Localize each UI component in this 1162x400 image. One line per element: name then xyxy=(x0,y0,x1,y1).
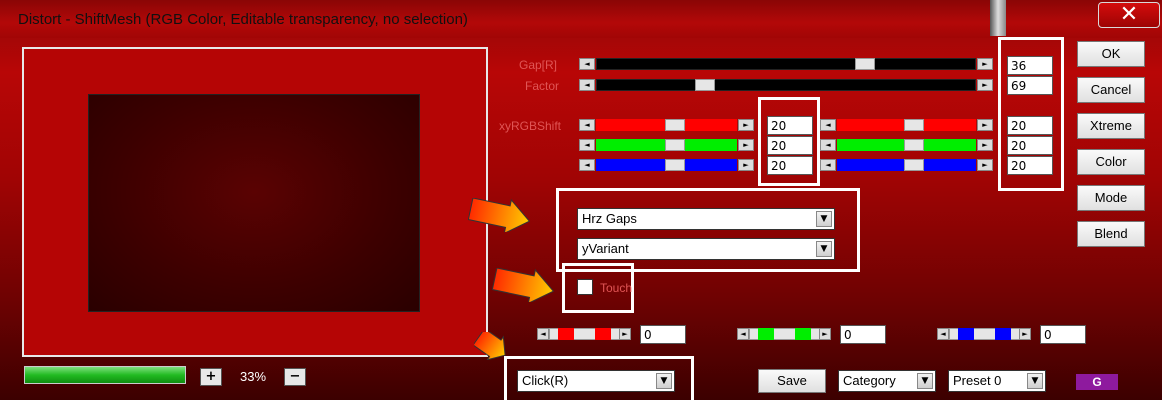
close-button[interactable]: ✕ xyxy=(1098,2,1160,28)
red-x-right-arrow-icon[interactable]: ► xyxy=(738,119,754,131)
blue-y-right-arrow-icon[interactable]: ► xyxy=(977,159,993,171)
mode-button[interactable]: Mode xyxy=(1077,185,1145,211)
small-blue-mark-b xyxy=(995,328,1011,340)
pointer-arrow-icon xyxy=(474,332,506,360)
mode1-dropdown[interactable]: Hrz Gaps ▼ xyxy=(577,208,835,230)
green-y-thumb[interactable] xyxy=(904,139,924,151)
touch-checkbox[interactable] xyxy=(577,279,593,295)
progress-bar xyxy=(24,366,186,384)
category-dropdown[interactable]: Category ▼ xyxy=(838,370,936,392)
gap-left-arrow-icon[interactable]: ◄ xyxy=(579,58,595,70)
blue-x-track-a[interactable] xyxy=(596,159,666,171)
chevron-down-icon: ▼ xyxy=(816,241,832,257)
red-y-thumb[interactable] xyxy=(904,119,924,131)
preview-image xyxy=(88,94,420,312)
red-y-track-b[interactable] xyxy=(924,119,976,131)
preset-dropdown[interactable]: Preset 0 ▼ xyxy=(948,370,1046,392)
blue-y-left-arrow-icon[interactable]: ◄ xyxy=(820,159,836,171)
red-x-left-arrow-icon[interactable]: ◄ xyxy=(579,119,595,131)
small-red-value[interactable]: 0 xyxy=(640,325,686,344)
red-y-track-a[interactable] xyxy=(837,119,905,131)
ok-button[interactable]: OK xyxy=(1077,41,1145,67)
green-x-thumb[interactable] xyxy=(665,139,685,151)
mode2-dropdown[interactable]: yVariant ▼ xyxy=(577,238,835,260)
green-x-track-b[interactable] xyxy=(685,139,737,151)
factor-left-arrow-icon[interactable]: ◄ xyxy=(579,79,595,91)
small-green-left-arrow-icon[interactable]: ◄ xyxy=(737,328,749,340)
pointer-arrow-icon xyxy=(468,198,531,232)
factor-label: Factor xyxy=(525,79,560,93)
red-y-left-arrow-icon[interactable]: ◄ xyxy=(820,119,836,131)
red-y-right-arrow-icon[interactable]: ► xyxy=(977,119,993,131)
green-x-left-arrow-icon[interactable]: ◄ xyxy=(579,139,595,151)
click-dropdown[interactable]: Click(R) ▼ xyxy=(517,370,675,392)
blend-button[interactable]: Blend xyxy=(1077,221,1145,247)
small-blue-mark-a xyxy=(958,328,974,340)
blue-x-left-arrow-icon[interactable]: ◄ xyxy=(579,159,595,171)
click-dropdown-value: Click(R) xyxy=(522,373,569,388)
category-dropdown-value: Category xyxy=(843,373,896,388)
logo: G xyxy=(1076,374,1118,390)
green-y-track-a[interactable] xyxy=(837,139,905,151)
chevron-down-icon: ▼ xyxy=(656,373,672,389)
small-red-mark-b xyxy=(595,328,611,340)
small-blue-left-arrow-icon[interactable]: ◄ xyxy=(937,328,949,340)
green-y-right-arrow-icon[interactable]: ► xyxy=(977,139,993,151)
chevron-down-icon: ▼ xyxy=(1027,373,1043,389)
small-blue-right-arrow-icon[interactable]: ► xyxy=(1019,328,1031,340)
green-x-track-a[interactable] xyxy=(596,139,666,151)
zoom-out-button[interactable]: − xyxy=(284,368,306,386)
title-bar-edge xyxy=(990,0,1006,36)
pointer-arrow-icon xyxy=(492,268,555,302)
highlight-x-values xyxy=(758,97,820,186)
factor-right-arrow-icon[interactable]: ► xyxy=(977,79,993,91)
small-red-right-arrow-icon[interactable]: ► xyxy=(619,328,631,340)
small-red-left-arrow-icon[interactable]: ◄ xyxy=(537,328,549,340)
blue-x-right-arrow-icon[interactable]: ► xyxy=(738,159,754,171)
small-green-mark-b xyxy=(795,328,811,340)
small-blue-value[interactable]: 0 xyxy=(1040,325,1086,344)
mode1-dropdown-value: Hrz Gaps xyxy=(582,211,637,226)
gap-slider-track[interactable] xyxy=(596,58,976,70)
gap-label: Gap[R] xyxy=(519,58,558,72)
blue-y-track-b[interactable] xyxy=(924,159,976,171)
preset-dropdown-value: Preset 0 xyxy=(953,373,1002,388)
window-title: Distort - ShiftMesh (RGB Color, Editable… xyxy=(18,11,468,28)
zoom-in-button[interactable]: + xyxy=(200,368,222,386)
factor-slider-thumb[interactable] xyxy=(695,79,715,91)
small-green-mark-a xyxy=(758,328,774,340)
cancel-button[interactable]: Cancel xyxy=(1077,77,1145,103)
red-x-thumb[interactable] xyxy=(665,119,685,131)
chevron-down-icon: ▼ xyxy=(816,211,832,227)
highlight-right-values xyxy=(998,37,1064,191)
green-y-track-b[interactable] xyxy=(924,139,976,151)
xyrgb-label: xyRGBShift xyxy=(499,119,562,133)
save-button[interactable]: Save xyxy=(758,369,826,393)
blue-x-track-b[interactable] xyxy=(685,159,737,171)
mode2-dropdown-value: yVariant xyxy=(582,241,629,256)
blue-x-thumb[interactable] xyxy=(665,159,685,171)
gap-right-arrow-icon[interactable]: ► xyxy=(977,58,993,70)
gap-slider-thumb[interactable] xyxy=(855,58,875,70)
green-y-left-arrow-icon[interactable]: ◄ xyxy=(820,139,836,151)
color-button[interactable]: Color xyxy=(1077,149,1145,175)
red-x-track-a[interactable] xyxy=(596,119,666,131)
small-green-value[interactable]: 0 xyxy=(840,325,886,344)
blue-y-track-a[interactable] xyxy=(837,159,905,171)
chevron-down-icon: ▼ xyxy=(917,373,933,389)
touch-label: Touch xyxy=(600,281,633,295)
blue-y-thumb[interactable] xyxy=(904,159,924,171)
xtreme-button[interactable]: Xtreme xyxy=(1077,113,1145,139)
factor-slider-track[interactable] xyxy=(596,79,976,91)
small-green-right-arrow-icon[interactable]: ► xyxy=(819,328,831,340)
green-x-right-arrow-icon[interactable]: ► xyxy=(738,139,754,151)
red-x-track-b[interactable] xyxy=(685,119,737,131)
zoom-level: 33% xyxy=(240,369,267,384)
small-red-mark-a xyxy=(558,328,574,340)
